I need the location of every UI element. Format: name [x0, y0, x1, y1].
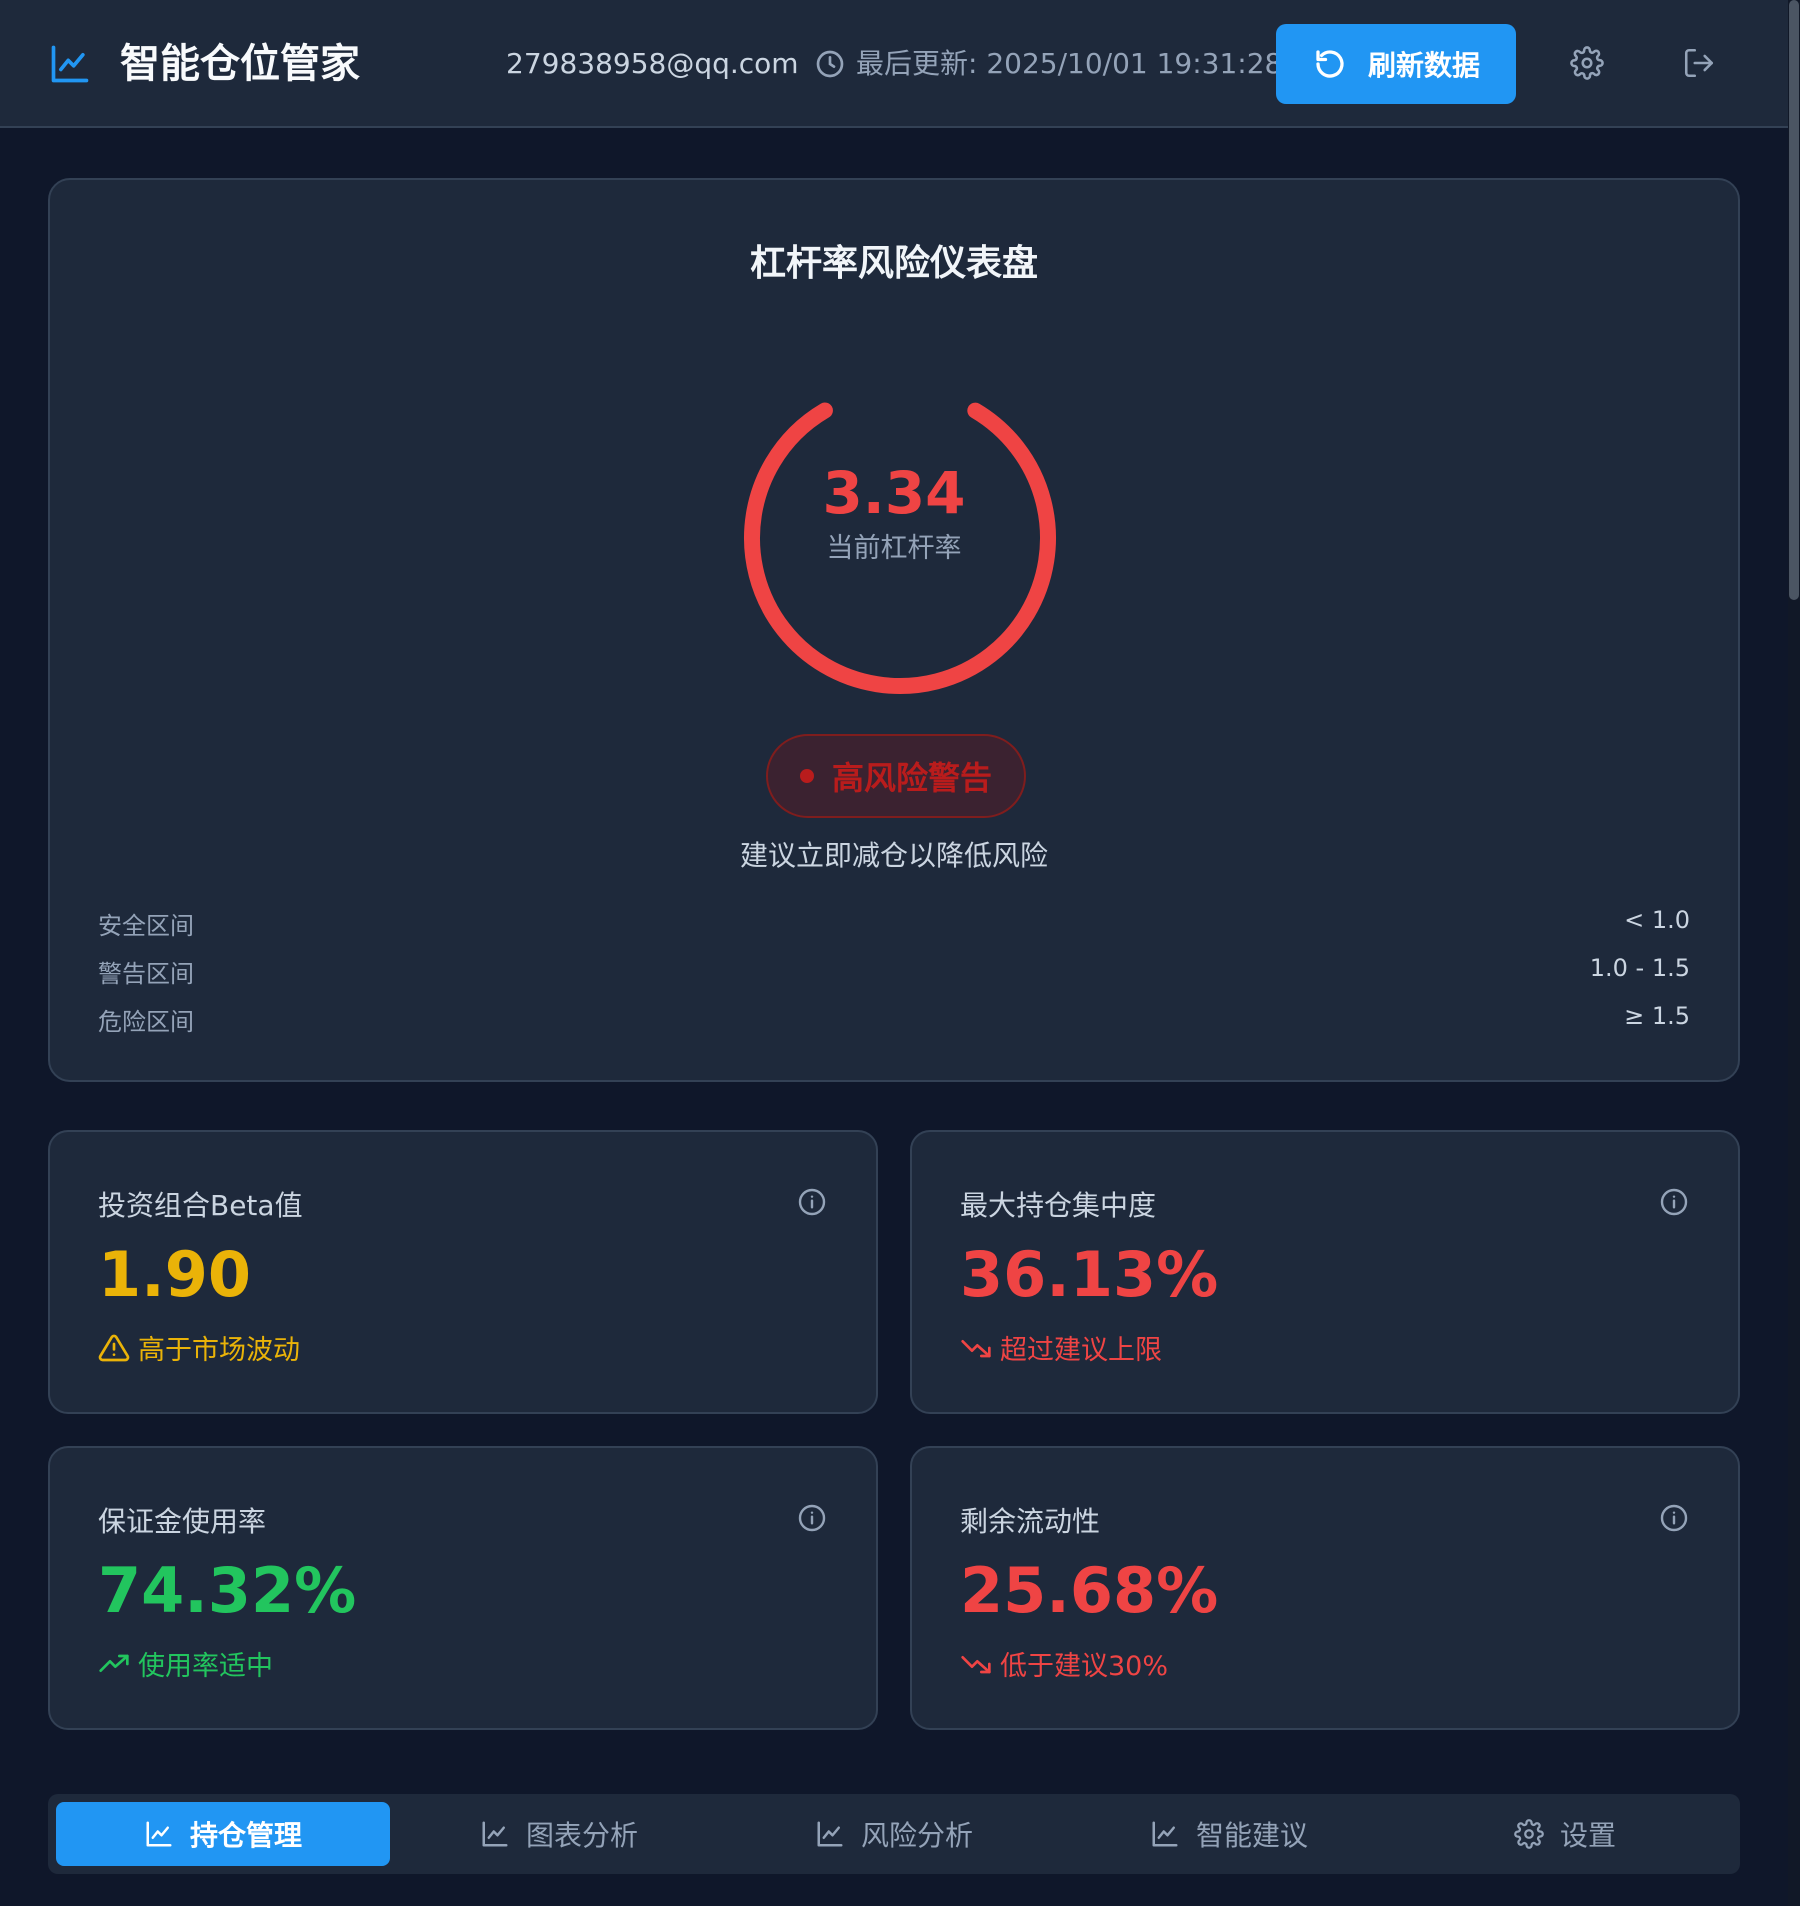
gauge-title: 杠杆率风险仪表盘: [749, 243, 1038, 284]
scrollbar[interactable]: [1788, 0, 1800, 1906]
metric-value: 25.68%: [960, 1554, 1219, 1627]
tab-label: 图表分析: [525, 1819, 638, 1852]
metric-note: 高于市场波动: [98, 1328, 300, 1367]
zone-range: < 1.0: [1624, 906, 1690, 934]
metric-card-beta: 投资组合Beta值 1.90 高于市场波动: [48, 1130, 878, 1414]
gear-icon[interactable]: [1570, 46, 1604, 80]
zone-row-safe: 安全区间 < 1.0: [98, 906, 1690, 941]
trending-down-icon: [961, 1339, 991, 1357]
scrollbar-thumb[interactable]: [1789, 0, 1799, 600]
metric-title: 剩余流动性: [960, 1505, 1101, 1538]
clock-icon: [816, 50, 844, 78]
gear-icon: [1514, 1819, 1544, 1849]
line-chart-icon: [482, 1821, 508, 1847]
risk-advice: 建议立即减仓以降低风险: [739, 839, 1048, 872]
tab-label: 持仓管理: [189, 1819, 302, 1852]
bottom-tab-bar: 持仓管理 图表分析 风险分析 智能建议 设置: [48, 1794, 1740, 1874]
metric-note: 使用率适中: [98, 1644, 273, 1683]
metric-note-text: 超过建议上限: [1000, 1335, 1162, 1366]
refresh-button-label: 刷新数据: [1367, 49, 1480, 82]
line-chart-icon: [817, 1821, 843, 1847]
risk-status-badge: 高风险警告: [766, 734, 1026, 818]
zone-range: 1.0 - 1.5: [1589, 954, 1690, 982]
tab-smart-advice[interactable]: 智能建议: [1062, 1802, 1396, 1866]
zone-range: ≥ 1.5: [1624, 1002, 1690, 1030]
zone-row-warning: 警告区间 1.0 - 1.5: [98, 954, 1690, 989]
risk-badge-text: 高风险警告: [831, 759, 992, 797]
info-icon[interactable]: [796, 1502, 828, 1534]
metric-note-text: 使用率适中: [138, 1651, 273, 1682]
warning-triangle-icon: [98, 1334, 130, 1361]
metric-value: 36.13%: [960, 1238, 1219, 1311]
info-icon[interactable]: [796, 1186, 828, 1218]
metric-value: 1.90: [98, 1238, 251, 1311]
risk-dot-icon: [799, 769, 814, 783]
metric-title: 最大持仓集中度: [960, 1189, 1157, 1222]
app-title: 智能仓位管家: [120, 41, 360, 87]
tab-label: 风险分析: [860, 1819, 973, 1852]
trending-up-icon: [99, 1654, 129, 1672]
zone-row-danger: 危险区间 ≥ 1.5: [98, 1002, 1690, 1037]
metric-note-text: 高于市场波动: [138, 1335, 300, 1366]
metric-note-text: 低于建议30%: [1000, 1651, 1169, 1682]
refresh-icon: [1316, 50, 1344, 78]
metric-title: 投资组合Beta值: [98, 1189, 303, 1222]
metric-title: 保证金使用率: [98, 1505, 267, 1538]
metric-note: 超过建议上限: [960, 1328, 1162, 1367]
line-chart-icon: [146, 1821, 172, 1847]
user-email: 279838958@qq.com: [506, 47, 799, 80]
tab-risk-analysis[interactable]: 风险分析: [727, 1802, 1061, 1866]
leverage-gauge-card: 杠杆率风险仪表盘 3.34 当前杠杆率 高风险警告 建议立即减仓以降低风险 安全…: [48, 178, 1740, 1082]
info-icon[interactable]: [1658, 1502, 1690, 1534]
metric-card-margin: 保证金使用率 74.32% 使用率适中: [48, 1446, 878, 1730]
leverage-value: 3.34: [822, 459, 966, 527]
tab-chart-analysis[interactable]: 图表分析: [392, 1802, 726, 1866]
logout-icon[interactable]: [1682, 46, 1716, 80]
metric-note: 低于建议30%: [960, 1644, 1168, 1683]
line-chart-icon: [1152, 1821, 1178, 1847]
last-update-text: 最后更新: 2025/10/01 19:31:28: [856, 47, 1283, 80]
tab-label: 设置: [1559, 1819, 1616, 1852]
zone-name: 危险区间: [98, 1008, 194, 1036]
tab-positions[interactable]: 持仓管理: [56, 1802, 390, 1866]
zone-name: 安全区间: [98, 912, 194, 940]
trending-down-icon: [961, 1655, 991, 1673]
metric-value: 74.32%: [98, 1554, 357, 1627]
top-header: 智能仓位管家 279838958@qq.com 最后更新: 2025/10/01…: [0, 0, 1788, 128]
metric-card-liquidity: 剩余流动性 25.68% 低于建议30%: [910, 1446, 1740, 1730]
zone-name: 警告区间: [98, 960, 194, 988]
info-icon[interactable]: [1658, 1186, 1690, 1218]
tab-settings[interactable]: 设置: [1398, 1802, 1732, 1866]
refresh-button[interactable]: 刷新数据: [1276, 24, 1516, 104]
tab-label: 智能建议: [1195, 1819, 1308, 1852]
line-chart-icon: [51, 45, 89, 83]
leverage-value-label: 当前杠杆率: [826, 533, 962, 564]
metric-card-concentration: 最大持仓集中度 36.13% 超过建议上限: [910, 1130, 1740, 1414]
